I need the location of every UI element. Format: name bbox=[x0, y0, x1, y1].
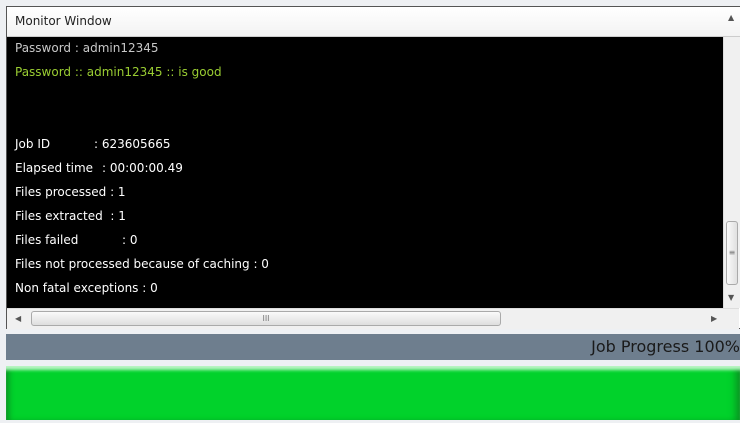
files-failed-line: Files failed : 0 bbox=[15, 233, 138, 247]
monitor-output[interactable]: Password : admin12345 Password :: admin1… bbox=[7, 37, 725, 308]
job-id-line: Job ID : 623605665 bbox=[15, 137, 171, 151]
scroll-down-icon[interactable]: ▼ bbox=[728, 293, 734, 302]
not-processed-line: Files not processed because of caching :… bbox=[15, 257, 269, 271]
scroll-up-icon[interactable]: ▲ bbox=[728, 13, 734, 22]
scroll-right-icon[interactable]: ▶ bbox=[711, 314, 717, 323]
vertical-scrollbar[interactable]: ▲ ≡ ▼ bbox=[723, 13, 740, 308]
job-id-label: Job ID bbox=[15, 137, 51, 151]
non-fatal-line: Non fatal exceptions : 0 bbox=[15, 281, 158, 295]
scroll-left-icon[interactable]: ◀ bbox=[15, 314, 21, 323]
vertical-scroll-thumb[interactable]: ≡ bbox=[726, 221, 738, 285]
files-failed-label: Files failed bbox=[15, 233, 79, 247]
horizontal-scroll-thumb[interactable]: III bbox=[31, 311, 501, 326]
job-id-value: : 623605665 bbox=[94, 137, 171, 151]
password-check-line: Password :: admin12345 :: is good bbox=[15, 65, 222, 79]
job-progress-bar bbox=[6, 366, 740, 420]
files-processed-line: Files processed : 1 bbox=[15, 185, 126, 199]
job-progress-label: Job Progress 100% bbox=[591, 337, 740, 356]
job-progress-header: Job Progress 100% bbox=[6, 334, 740, 360]
files-extracted-line: Files extracted : 1 bbox=[15, 209, 126, 223]
elapsed-value: : 00:00:00.49 bbox=[102, 161, 183, 175]
horizontal-scrollbar[interactable]: ◀ III ▶ bbox=[7, 308, 739, 329]
monitor-window-title: Monitor Window bbox=[7, 7, 740, 37]
password-line: Password : admin12345 bbox=[15, 41, 159, 55]
monitor-window: Monitor Window Password : admin12345 Pas… bbox=[6, 6, 740, 329]
files-failed-value: : 0 bbox=[122, 233, 138, 247]
elapsed-label: Elapsed time bbox=[15, 161, 94, 175]
elapsed-line: Elapsed time : 00:00:00.49 bbox=[15, 161, 183, 175]
